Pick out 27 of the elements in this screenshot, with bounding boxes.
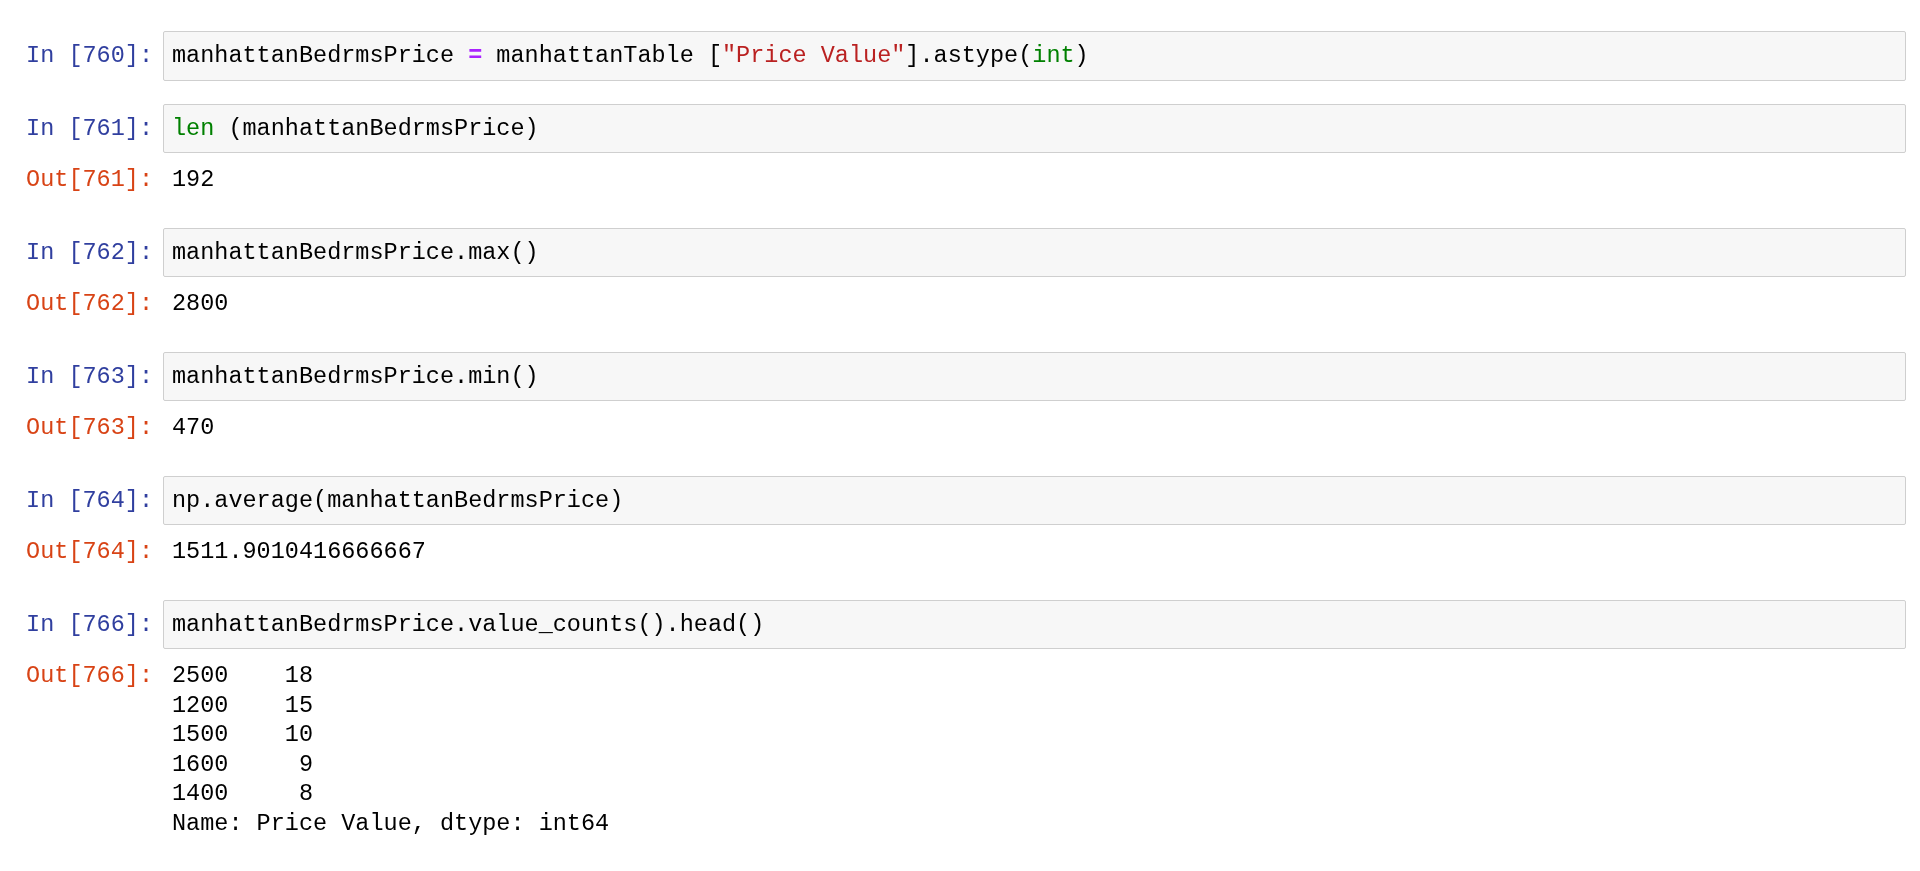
input-prompt: In [762]: — [25, 237, 154, 267]
input-prompt: In [763]: — [25, 361, 154, 391]
code-input-field[interactable]: manhattanBedrmsPrice.min() — [163, 351, 1906, 401]
output-text: 1500 10 — [172, 720, 315, 750]
output-text: 192 — [172, 165, 215, 195]
output-prompt: Out[764]: — [25, 537, 154, 567]
code-input-field[interactable]: np.average(manhattanBedrmsPrice) — [163, 475, 1906, 525]
output-text: 470 — [172, 413, 215, 443]
code-input-field[interactable]: len (manhattanBedrmsPrice) — [163, 103, 1906, 153]
output-text: 2800 — [172, 289, 229, 319]
code-input-field[interactable]: manhattanBedrmsPrice = manhattanTable ["Price Value"].astype(int) — [163, 31, 1906, 81]
output-text: 1511.9010416666667 — [172, 537, 426, 567]
output-text: Name: Price Value, dtype: int64 — [172, 808, 610, 838]
output-prompt: Out[761]: — [25, 165, 154, 195]
output-text: 1400 8 — [172, 779, 315, 809]
output-text: 1200 15 — [172, 690, 315, 720]
code-input-field[interactable]: manhattanBedrmsPrice.value_counts().head() — [163, 599, 1906, 649]
output-prompt: Out[762]: — [25, 289, 154, 319]
output-prompt: Out[766]: — [25, 661, 154, 691]
input-prompt: In [760]: — [25, 41, 154, 71]
code-input-field[interactable]: manhattanBedrmsPrice.max() — [163, 227, 1906, 277]
input-prompt: In [766]: — [25, 609, 154, 639]
output-prompt: Out[763]: — [25, 413, 154, 443]
input-prompt: In [761]: — [25, 113, 154, 143]
input-prompt: In [764]: — [25, 485, 154, 515]
output-text: 2500 18 — [172, 661, 315, 691]
output-text: 1600 9 — [172, 749, 315, 779]
